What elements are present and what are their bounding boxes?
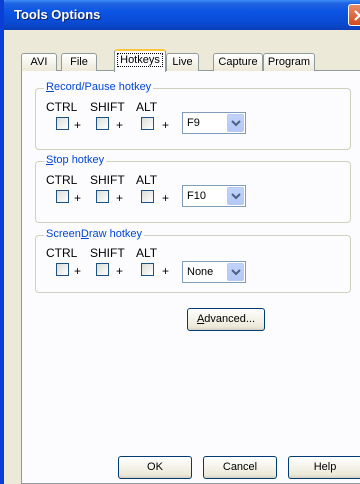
ok-button[interactable]: OK xyxy=(118,456,192,479)
dropdown-button[interactable] xyxy=(227,187,244,205)
title-bar[interactable]: Tools Options xyxy=(4,0,360,30)
plus-sign: + xyxy=(116,118,124,132)
ctrl-checkbox[interactable] xyxy=(56,117,69,130)
ctrl-checkbox[interactable] xyxy=(56,190,69,203)
tab-program[interactable]: Program xyxy=(263,53,315,71)
cancel-button[interactable]: Cancel xyxy=(203,456,277,479)
alt-label: ALT xyxy=(136,246,158,260)
shift-checkbox[interactable] xyxy=(96,117,109,130)
chevron-down-icon xyxy=(231,120,241,127)
tab-label: File xyxy=(70,56,88,68)
tab-label: Program xyxy=(267,56,311,68)
plus-sign: + xyxy=(162,118,170,132)
plus-sign: + xyxy=(162,264,170,278)
dropdown-button[interactable] xyxy=(227,114,244,132)
key-select-value: None xyxy=(187,266,214,278)
shift-label: SHIFT xyxy=(90,246,125,260)
stop-hotkey-group: Stop hotkey CTRL SHIFT ALT + + + F10 xyxy=(35,154,351,223)
window-title: Tools Options xyxy=(14,7,101,22)
dropdown-button[interactable] xyxy=(227,263,244,281)
key-select[interactable]: F10 xyxy=(182,185,246,207)
tab-hotkeys[interactable]: Hotkeys xyxy=(114,49,166,72)
tab-label: Live xyxy=(172,56,193,68)
tab-capture[interactable]: Capture xyxy=(213,53,263,71)
record-pause-hotkey-group: Record/Pause hotkey CTRL SHIFT ALT + + +… xyxy=(35,81,351,150)
help-button[interactable]: Help xyxy=(288,456,360,479)
key-select[interactable]: F9 xyxy=(182,112,246,134)
plus-sign: + xyxy=(116,264,124,278)
alt-checkbox[interactable] xyxy=(141,117,154,130)
ctrl-label: CTRL xyxy=(46,173,78,187)
close-button[interactable] xyxy=(348,4,360,26)
ctrl-checkbox[interactable] xyxy=(56,263,69,276)
close-icon xyxy=(354,10,360,21)
key-select-value: F10 xyxy=(187,190,206,202)
shift-label: SHIFT xyxy=(90,100,125,114)
alt-checkbox[interactable] xyxy=(141,263,154,276)
plus-sign: + xyxy=(74,118,82,132)
alt-label: ALT xyxy=(136,100,158,114)
chevron-down-icon xyxy=(231,193,241,200)
alt-checkbox[interactable] xyxy=(141,190,154,203)
advanced-button[interactable]: Advanced... xyxy=(187,308,265,331)
alt-label: ALT xyxy=(136,173,158,187)
ctrl-label: CTRL xyxy=(46,246,78,260)
shift-label: SHIFT xyxy=(90,173,125,187)
tab-live[interactable]: Live xyxy=(166,53,199,71)
tab-label: AVI xyxy=(30,56,48,68)
screendraw-hotkey-group: ScreenDraw hotkey CTRL SHIFT ALT + + + N… xyxy=(35,228,351,293)
group-title: Stop hotkey xyxy=(44,154,107,166)
group-title: Record/Pause hotkey xyxy=(44,81,154,93)
plus-sign: + xyxy=(116,191,124,205)
shift-checkbox[interactable] xyxy=(96,263,109,276)
plus-sign: + xyxy=(162,191,170,205)
tab-avi[interactable]: AVI xyxy=(21,53,57,71)
shift-checkbox[interactable] xyxy=(96,190,109,203)
tab-file[interactable]: File xyxy=(61,53,97,71)
key-select[interactable]: None xyxy=(182,261,246,283)
tab-label: Hotkeys xyxy=(117,53,163,67)
plus-sign: + xyxy=(74,264,82,278)
chevron-down-icon xyxy=(231,269,241,276)
tab-label: Capture xyxy=(218,56,258,68)
ctrl-label: CTRL xyxy=(46,100,78,114)
group-title: ScreenDraw hotkey xyxy=(44,228,145,240)
tools-options-window: Tools Options AVI File Hotkeys Live Capt… xyxy=(0,0,360,484)
plus-sign: + xyxy=(74,191,82,205)
key-select-value: F9 xyxy=(187,117,200,129)
